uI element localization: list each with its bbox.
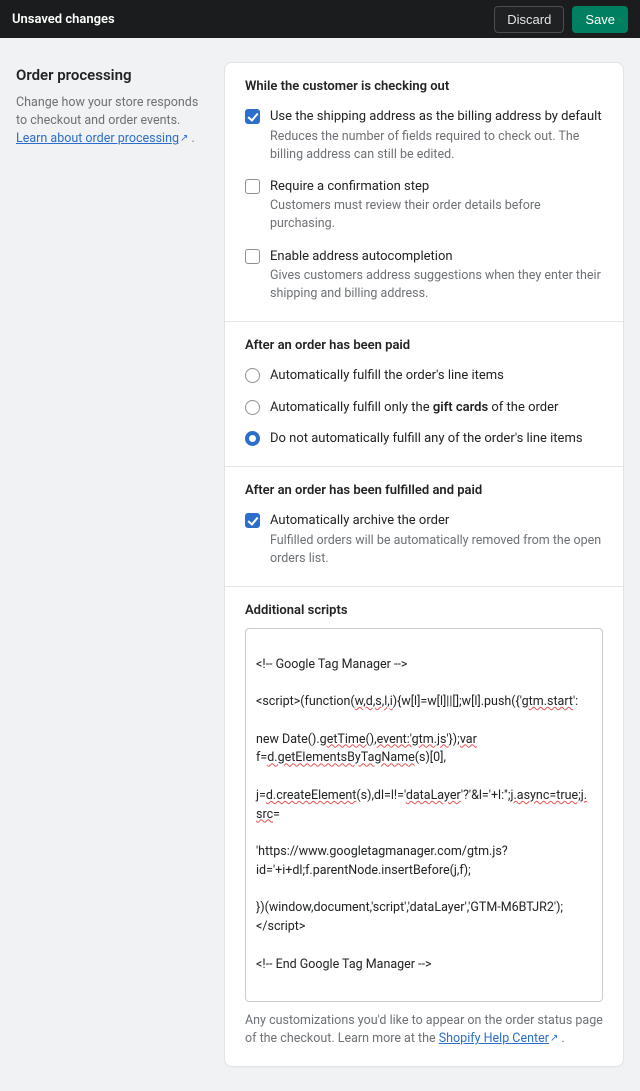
section-scripts-title: Additional scripts [245, 603, 603, 618]
section-checkout: While the customer is checking out Use t… [225, 63, 623, 322]
checkbox-address-autocomplete[interactable]: Enable address autocompletion Gives cust… [245, 244, 603, 304]
option-desc: Fulfilled orders will be automatically r… [270, 532, 603, 568]
script-line: <!-- Google Tag Manager --> [256, 657, 407, 672]
radio-icon [245, 368, 260, 383]
checkbox-shipping-as-billing[interactable]: Use the shipping address as the billing … [245, 104, 603, 174]
script-spellerror: gtm.start [522, 694, 573, 709]
script-line: j= [256, 788, 266, 803]
radio-icon [245, 400, 260, 415]
option-desc: Gives customers address suggestions when… [270, 267, 603, 303]
label-pre: Automatically fulfill only the [270, 400, 433, 415]
script-spellerror: d.createElement [266, 788, 357, 803]
section-fulfilled: After an order has been fulfilled and pa… [225, 467, 623, 587]
option-body: Automatically fulfill the order's line i… [270, 367, 603, 385]
script-line: ipt> [285, 919, 306, 934]
option-label: Enable address autocompletion [270, 248, 603, 266]
side-column: Order processing Change how your store r… [16, 62, 204, 1067]
label-bold: gift cards [433, 400, 488, 415]
radio-auto-fulfill-all[interactable]: Automatically fulfill the order's line i… [245, 363, 603, 395]
option-body: Require a confirmation step Customers mu… [270, 178, 603, 234]
option-body: Use the shipping address as the billing … [270, 108, 603, 164]
script-line: new Date(). [256, 732, 320, 747]
script-spellerror: getTime(),event:'gtm.js' [320, 732, 449, 747]
option-label: Automatically archive the order [270, 512, 603, 530]
learn-order-processing-link[interactable]: Learn about order processing↗ [16, 131, 188, 146]
checkbox-auto-archive[interactable]: Automatically archive the order Fulfille… [245, 508, 603, 568]
option-body: Automatically archive the order Fulfille… [270, 512, 603, 568]
radio-auto-fulfill-giftcards[interactable]: Automatically fulfill only the gift card… [245, 395, 603, 427]
side-desc-text: Change how your store responds to checko… [16, 95, 198, 128]
script-line: <script>(function( [256, 694, 355, 709]
page: Order processing Change how your store r… [0, 38, 640, 1091]
section-paid: After an order has been paid Automatical… [225, 322, 623, 467]
script-line: <!-- End Google Tag Manager --> [256, 957, 432, 972]
side-heading: Order processing [16, 66, 204, 84]
script-spellerror: var [460, 732, 477, 747]
section-scripts: Additional scripts <!-- Google Tag Manag… [225, 587, 623, 1067]
section-paid-title: After an order has been paid [245, 338, 603, 353]
script-line: = [273, 807, 280, 822]
additional-scripts-textarea[interactable]: <!-- Google Tag Manager --> <script>(fun… [245, 628, 603, 1002]
script-line: 'https://www.googletagmanager.com/gtm.js… [256, 844, 508, 878]
link-text: Shopify Help Center [439, 1031, 549, 1046]
option-desc: Reduces the number of fields required to… [270, 128, 603, 164]
radio-icon [245, 431, 260, 446]
script-spellerror: w,d,s,l,i [355, 694, 393, 709]
checkbox-confirmation-step[interactable]: Require a confirmation step Customers mu… [245, 174, 603, 244]
checkbox-icon [245, 513, 260, 528]
save-button[interactable]: Save [572, 6, 628, 33]
helper-post: . [558, 1031, 564, 1046]
option-label: Use the shipping address as the billing … [270, 108, 603, 126]
checkbox-icon [245, 179, 260, 194]
side-desc-post: . [188, 131, 194, 146]
script-line: }); [449, 732, 460, 747]
script-line: (s),dl=l!=' [356, 788, 405, 803]
scripts-helper: Any customizations you'd like to appear … [245, 1012, 603, 1048]
topbar: Unsaved changes Discard Save [0, 0, 640, 38]
option-body: Enable address autocompletion Gives cust… [270, 248, 603, 304]
option-body: Automatically fulfill only the gift card… [270, 399, 603, 417]
discard-button[interactable]: Discard [494, 6, 564, 33]
script-spellerror: d.getElementsByTagName [267, 750, 415, 765]
section-checkout-title: While the customer is checking out [245, 79, 603, 94]
option-label: Automatically fulfill only the gift card… [270, 399, 603, 417]
option-label: Require a confirmation step [270, 178, 603, 196]
option-label: Automatically fulfill the order's line i… [270, 367, 603, 385]
external-link-icon: ↗ [550, 1032, 558, 1047]
script-line: ){w[l]=w[l]||[];w[l].push({' [393, 694, 522, 709]
checkbox-icon [245, 109, 260, 124]
script-line: ': [573, 694, 578, 709]
checkbox-icon [245, 249, 260, 264]
topbar-actions: Discard Save [494, 6, 628, 33]
unsaved-changes-label: Unsaved changes [12, 12, 115, 27]
side-description: Change how your store responds to checko… [16, 94, 204, 148]
option-body: Do not automatically fulfill any of the … [270, 430, 603, 448]
help-center-link[interactable]: Shopify Help Center↗ [439, 1031, 559, 1046]
label-post: of the order [488, 400, 558, 415]
option-label: Do not automatically fulfill any of the … [270, 430, 603, 448]
radio-do-not-fulfill[interactable]: Do not automatically fulfill any of the … [245, 426, 603, 448]
option-desc: Customers must review their order detail… [270, 197, 603, 233]
script-line: (s)[0], [415, 750, 446, 765]
script-spellerror: dataLayer [406, 788, 461, 803]
main-card: While the customer is checking out Use t… [224, 62, 624, 1067]
section-fulfilled-title: After an order has been fulfilled and pa… [245, 483, 603, 498]
link-text: Learn about order processing [16, 131, 179, 146]
script-line: '?'&l='+l:''; [461, 788, 511, 803]
